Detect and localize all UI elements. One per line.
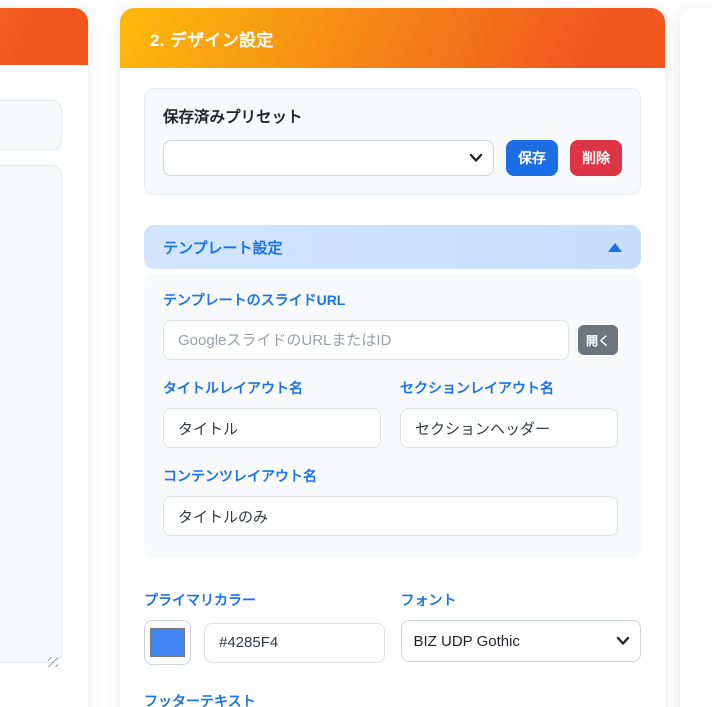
next-panel-sliver bbox=[680, 8, 712, 707]
open-slide-button[interactable]: 開く bbox=[578, 325, 618, 355]
left-panel-textarea[interactable] bbox=[0, 165, 62, 663]
primary-color-controls bbox=[144, 620, 385, 665]
title-layout-label: タイトルレイアウト名 bbox=[163, 380, 303, 396]
layout-names-row: タイトルレイアウト名 セクションレイアウト名 bbox=[163, 360, 618, 448]
left-panel-input[interactable] bbox=[0, 100, 62, 150]
content-layout-input[interactable] bbox=[163, 496, 618, 536]
slide-url-label: テンプレートのスライドURL bbox=[163, 292, 346, 308]
left-panel-header bbox=[0, 8, 88, 65]
slide-url-input[interactable] bbox=[163, 320, 569, 360]
primary-color-swatch[interactable] bbox=[144, 620, 191, 665]
template-settings-body: テンプレートのスライドURL 開く タイトルレイアウト名 セクションレイアウト名 bbox=[144, 274, 641, 558]
left-panel bbox=[0, 8, 88, 707]
primary-color-col: プライマリカラー bbox=[144, 588, 385, 665]
section-layout-input[interactable] bbox=[400, 408, 618, 448]
primary-color-hex-input[interactable] bbox=[204, 622, 385, 663]
template-settings-title: テンプレート設定 bbox=[163, 239, 283, 257]
section-layout-col: セクションレイアウト名 bbox=[400, 360, 618, 448]
color-font-row: プライマリカラー フォント BIZ UDP Gothic bbox=[144, 588, 641, 665]
slide-url-row: 開く bbox=[163, 320, 618, 360]
title-layout-col: タイトルレイアウト名 bbox=[163, 360, 381, 448]
delete-button[interactable]: 削除 bbox=[570, 140, 622, 176]
page-title: 2. デザイン設定 bbox=[150, 30, 274, 50]
primary-color-label: プライマリカラー bbox=[144, 592, 256, 608]
section-layout-label: セクションレイアウト名 bbox=[400, 380, 554, 396]
template-settings-header[interactable]: テンプレート設定 bbox=[144, 225, 641, 269]
font-label: フォント bbox=[400, 592, 457, 608]
preset-select-wrap bbox=[163, 140, 494, 176]
saved-presets-row: 保存 削除 bbox=[163, 140, 622, 176]
design-panel-body: 保存済みプリセット 保存 削除 テンプレート設定 テンプレートのスライドURL … bbox=[120, 68, 665, 707]
design-panel-header: 2. デザイン設定 bbox=[120, 8, 665, 68]
page: 2. デザイン設定 保存済みプリセット 保存 削除 テンプレート設定 テンプレー… bbox=[0, 0, 712, 707]
preset-select[interactable] bbox=[163, 140, 494, 176]
font-select[interactable]: BIZ UDP Gothic bbox=[400, 620, 641, 662]
font-col: フォント BIZ UDP Gothic bbox=[400, 588, 641, 665]
footer-text-label: フッターテキスト bbox=[144, 693, 256, 707]
content-layout-label: コンテンツレイアウト名 bbox=[163, 468, 317, 484]
saved-presets-label: 保存済みプリセット bbox=[163, 109, 303, 126]
template-settings-accordion: テンプレート設定 テンプレートのスライドURL 開く タイトルレイアウト名 bbox=[144, 225, 641, 558]
design-settings-panel: 2. デザイン設定 保存済みプリセット 保存 削除 テンプレート設定 テンプレー… bbox=[120, 8, 665, 707]
saved-presets-card: 保存済みプリセット 保存 削除 bbox=[144, 88, 641, 195]
font-select-wrap: BIZ UDP Gothic bbox=[400, 620, 641, 662]
title-layout-input[interactable] bbox=[163, 408, 381, 448]
save-button[interactable]: 保存 bbox=[506, 140, 558, 176]
triangle-up-icon bbox=[608, 242, 622, 252]
